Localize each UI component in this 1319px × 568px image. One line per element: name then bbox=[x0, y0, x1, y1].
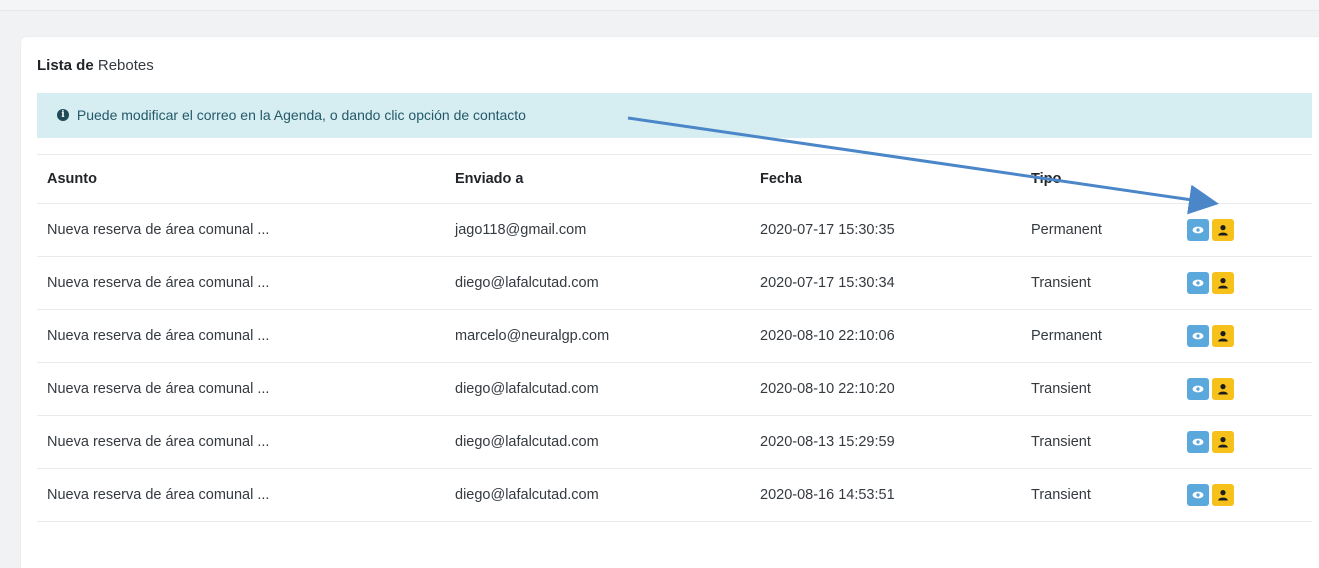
contact-button[interactable] bbox=[1212, 431, 1234, 453]
user-icon bbox=[1218, 437, 1228, 448]
cell-enviado: diego@lafalcutad.com bbox=[445, 415, 750, 469]
table-row: Nueva reserva de área comunal ... diego@l… bbox=[37, 362, 1312, 416]
cell-tipo: Transient bbox=[1021, 256, 1177, 310]
view-button[interactable] bbox=[1187, 325, 1209, 347]
cell-actions bbox=[1177, 415, 1312, 469]
cell-enviado: marcelo@neuralgp.com bbox=[445, 309, 750, 363]
cell-fecha: 2020-08-10 22:10:06 bbox=[750, 309, 1021, 363]
contact-button[interactable] bbox=[1212, 325, 1234, 347]
cell-enviado: diego@lafalcutad.com bbox=[445, 256, 750, 310]
cell-enviado: diego@lafalcutad.com bbox=[445, 468, 750, 522]
table-row: Nueva reserva de área comunal ... marcelo… bbox=[37, 309, 1312, 363]
card-title-bold: Lista de bbox=[37, 57, 94, 74]
info-alert: i Puede modificar el correo en la Agenda… bbox=[37, 93, 1312, 138]
column-header-fecha: Fecha bbox=[750, 154, 1021, 204]
cell-tipo: Transient bbox=[1021, 468, 1177, 522]
contact-button[interactable] bbox=[1212, 378, 1234, 400]
cell-fecha: 2020-08-16 14:53:51 bbox=[750, 468, 1021, 522]
cell-actions bbox=[1177, 203, 1312, 257]
table-row: Nueva reserva de área comunal ... diego@l… bbox=[37, 415, 1312, 469]
column-header-asunto: Asunto bbox=[37, 154, 445, 204]
cell-asunto: Nueva reserva de área comunal ... bbox=[37, 256, 445, 310]
cell-fecha: 2020-08-10 22:10:20 bbox=[750, 362, 1021, 416]
cell-tipo: Permanent bbox=[1021, 203, 1177, 257]
view-button[interactable] bbox=[1187, 484, 1209, 506]
column-header-tipo: Tipo bbox=[1021, 154, 1177, 204]
user-icon bbox=[1218, 490, 1228, 501]
cell-fecha: 2020-08-13 15:29:59 bbox=[750, 415, 1021, 469]
cell-enviado: jago118@gmail.com bbox=[445, 203, 750, 257]
cell-tipo: Transient bbox=[1021, 415, 1177, 469]
card-title-rest: Rebotes bbox=[97, 57, 154, 74]
cell-asunto: Nueva reserva de área comunal ... bbox=[37, 309, 445, 363]
contact-button[interactable] bbox=[1212, 484, 1234, 506]
user-icon bbox=[1218, 278, 1228, 289]
contact-button[interactable] bbox=[1212, 219, 1234, 241]
info-circle-icon: i bbox=[57, 109, 69, 122]
cell-actions bbox=[1177, 362, 1312, 416]
table-row: Nueva reserva de área comunal ... diego@l… bbox=[37, 468, 1312, 522]
eye-icon bbox=[1192, 279, 1204, 287]
eye-icon bbox=[1192, 491, 1204, 499]
cell-actions bbox=[1177, 468, 1312, 522]
cell-asunto: Nueva reserva de área comunal ... bbox=[37, 203, 445, 257]
view-button[interactable] bbox=[1187, 219, 1209, 241]
contact-button[interactable] bbox=[1212, 272, 1234, 294]
table-row: Nueva reserva de área comunal ... jago118… bbox=[37, 203, 1312, 257]
cell-fecha: 2020-07-17 15:30:34 bbox=[750, 256, 1021, 310]
cell-asunto: Nueva reserva de área comunal ... bbox=[37, 468, 445, 522]
view-button[interactable] bbox=[1187, 272, 1209, 294]
cell-actions bbox=[1177, 256, 1312, 310]
cell-asunto: Nueva reserva de área comunal ... bbox=[37, 362, 445, 416]
user-icon bbox=[1218, 331, 1228, 342]
top-bar bbox=[0, 0, 1319, 11]
cell-asunto: Nueva reserva de área comunal ... bbox=[37, 415, 445, 469]
view-button[interactable] bbox=[1187, 378, 1209, 400]
user-icon bbox=[1218, 225, 1228, 236]
cell-actions bbox=[1177, 309, 1312, 363]
eye-icon bbox=[1192, 438, 1204, 446]
column-header-actions bbox=[1177, 154, 1312, 204]
column-header-enviado: Enviado a bbox=[445, 154, 750, 204]
user-icon bbox=[1218, 384, 1228, 395]
cell-enviado: diego@lafalcutad.com bbox=[445, 362, 750, 416]
eye-icon bbox=[1192, 385, 1204, 393]
eye-icon bbox=[1192, 332, 1204, 340]
cell-tipo: Transient bbox=[1021, 362, 1177, 416]
view-button[interactable] bbox=[1187, 431, 1209, 453]
cell-fecha: 2020-07-17 15:30:35 bbox=[750, 203, 1021, 257]
cell-tipo: Permanent bbox=[1021, 309, 1177, 363]
table-header-row: Asunto Enviado a Fecha Tipo bbox=[37, 154, 1312, 204]
card-title: Lista de Rebotes bbox=[37, 57, 154, 74]
alert-text: Puede modificar el correo en la Agenda, … bbox=[76, 107, 526, 123]
bounces-card: Lista de Rebotes i Puede modificar el co… bbox=[21, 37, 1319, 568]
table-row: Nueva reserva de área comunal ... diego@l… bbox=[37, 256, 1312, 310]
bounces-table: Asunto Enviado a Fecha Tipo Nueva reserv… bbox=[37, 154, 1312, 522]
eye-icon bbox=[1192, 226, 1204, 234]
